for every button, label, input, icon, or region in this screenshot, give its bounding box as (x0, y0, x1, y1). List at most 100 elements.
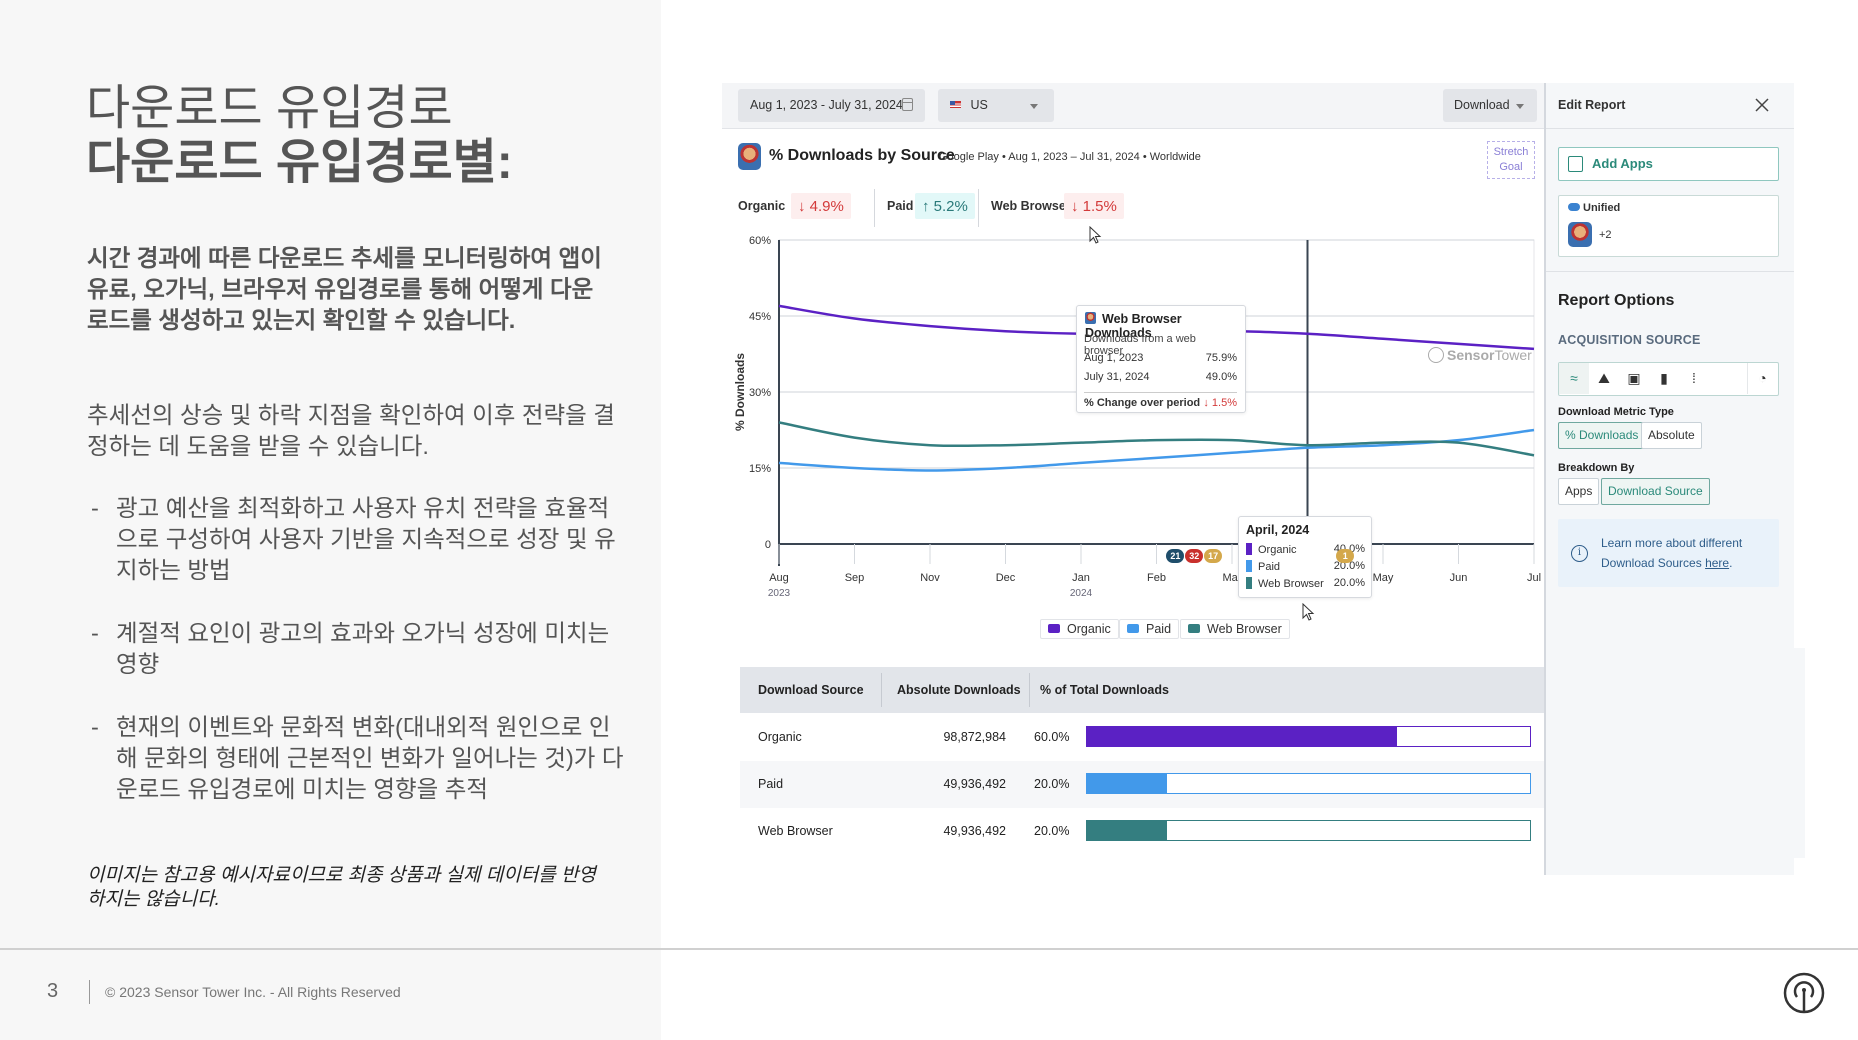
y-tick-label: 60% (749, 235, 771, 247)
intro-text: 시간 경과에 따른 다운로드 추세를 모니터링하여 앱이 유료, 오가닉, 브라… (87, 245, 602, 333)
disclaimer: 이미지는 참고용 예시자료이므로 최종 상품과 실제 데이터를 반영하지는 않습… (87, 865, 596, 910)
area-chart-icon[interactable]: ⛰ (1589, 363, 1619, 394)
tooltip-title: April, 2024 (1246, 523, 1310, 537)
cell-absolute: 49,936,492 (943, 824, 1006, 838)
annotation-badge[interactable]: 32 (1185, 549, 1204, 563)
percent-bar-fill (1087, 727, 1398, 746)
change-label: % Change over period (1084, 397, 1201, 409)
web-browser-tooltip: Web Browser Downloads Downloads from a w… (1076, 305, 1246, 413)
tooltip-row: Web Browser 20.0% (1246, 577, 1365, 590)
tooltip-row-label: July 31, 2024 (1084, 371, 1150, 383)
series-line-web-browser (778, 421, 1535, 457)
paid-swatch (1127, 624, 1139, 633)
legend-item-organic[interactable]: Organic (1040, 619, 1119, 639)
sensor-tower-watermark-icon (1428, 347, 1444, 363)
column-header[interactable]: Absolute Downloads (897, 683, 1021, 697)
percent-bar (1086, 726, 1531, 747)
footer-divider (0, 948, 1858, 950)
breakdown-label: Breakdown By (1558, 462, 1635, 474)
arrow-up-icon: ↑ (922, 198, 930, 215)
annotation-badge[interactable]: 1 (1336, 549, 1355, 563)
tooltip-row-label: Organic (1258, 544, 1297, 556)
chevron-down-icon (1516, 104, 1524, 109)
bullet-item: - 현재의 이벤트와 문화적 변화(대내외적 원인으로 인해 문화의 형태에 근본… (87, 712, 627, 805)
bullet-marker: - (91, 620, 99, 646)
palette-icon[interactable]: ◔ (1747, 363, 1777, 394)
line-chart-icon[interactable]: ≈ (1559, 363, 1589, 394)
table-row[interactable]: Organic 98,872,984 60.0% (740, 714, 1554, 761)
table-header: Download Source Absolute Downloads % of … (740, 667, 1554, 713)
chart-area: 015%30%45%60%AugSepNovDecJanFebMarAprMay… (722, 226, 1585, 653)
tooltip-row-value: 49.0% (1205, 371, 1237, 383)
cell-absolute: 98,872,984 (943, 730, 1006, 744)
stretch-goal-label: Stretch (1493, 146, 1529, 158)
cell-source: Web Browser (758, 824, 833, 838)
tooltip-row-value: 75.9% (1205, 352, 1237, 364)
line-chart[interactable]: 015%30%45%60%AugSepNovDecJanFebMarAprMay… (722, 233, 1544, 653)
country-label: US (970, 98, 988, 112)
info-text: Learn more about different Download Sour… (1601, 533, 1771, 573)
date-range-picker[interactable]: Aug 1, 2023 - July 31, 2024 (738, 89, 925, 122)
x-tick-label: May (1373, 572, 1394, 584)
stat-value-text: 5.2% (933, 198, 968, 215)
change-value: ↓ 1.5% (1203, 397, 1237, 409)
slide-title-line2: 다운로드 유입경로별: (86, 136, 513, 189)
stacked-bar-icon[interactable]: ⁞ (1679, 363, 1709, 394)
annotation-badge[interactable]: 21 (1166, 549, 1185, 563)
stat-value: ↑ 5.2% (915, 193, 975, 219)
table-row[interactable]: Paid 49,936,492 20.0% (740, 761, 1554, 808)
slide-title-line1: 다운로드 유입경로 (86, 82, 453, 135)
slide-title: 다운로드 유입경로 다운로드 유입경로별: (86, 82, 513, 190)
acquisition-source-label: ACQUISITION SOURCE (1558, 333, 1701, 347)
x-tick-label: Sep (845, 572, 865, 584)
series-line-paid (778, 428, 1535, 472)
edit-panel-title: Edit Report (1558, 98, 1626, 112)
bar-chart-icon[interactable]: ▮ (1649, 363, 1679, 394)
annotation-badge[interactable]: 17 (1204, 549, 1223, 563)
add-apps-label: Add Apps (1592, 156, 1653, 171)
legend-item-web-browser[interactable]: Web Browser (1180, 619, 1290, 639)
calendar-icon (902, 98, 913, 111)
app-icon (1085, 312, 1096, 324)
percent-bar (1086, 820, 1531, 841)
web-browser-swatch (1246, 577, 1252, 589)
stat-value: ↓ 1.5% (1064, 193, 1124, 219)
breakdown-source-button[interactable]: Download Source (1601, 478, 1710, 505)
tooltip-change-row: % Change over period ↓ 1.5% (1084, 397, 1237, 409)
add-app-icon (1568, 156, 1583, 172)
breakdown-apps-button[interactable]: Apps (1558, 478, 1600, 505)
add-apps-button[interactable]: Add Apps (1558, 147, 1779, 181)
metric-absolute-button[interactable]: Absolute (1641, 422, 1702, 449)
close-icon[interactable] (1753, 96, 1771, 114)
stat-label: Web Browser (991, 199, 1071, 213)
organic-swatch (1048, 624, 1060, 633)
metric-percent-button[interactable]: % Downloads (1558, 422, 1646, 449)
y-axis-label: % Downloads (733, 353, 747, 431)
left-text-panel: 다운로드 유입경로 다운로드 유입경로별: 시간 경과에 따른 다운로드 추세를… (0, 0, 661, 1040)
column-header[interactable]: % of Total Downloads (1040, 683, 1169, 697)
chart-subtitle: Google Play • Aug 1, 2023 – Jul 31, 2024… (939, 151, 1201, 163)
stat-value-text: 1.5% (1082, 198, 1117, 215)
country-select[interactable]: US (938, 89, 1054, 122)
more-apps-count: +2 (1599, 229, 1612, 241)
stretch-goal-button[interactable]: Stretch Goal (1487, 141, 1535, 179)
us-flag-icon (950, 101, 961, 108)
legend-item-paid[interactable]: Paid (1119, 619, 1180, 639)
download-label: Download (1454, 98, 1510, 112)
info-link[interactable]: here (1705, 556, 1729, 570)
table-row[interactable]: Web Browser 49,936,492 20.0% (740, 808, 1554, 855)
unified-label: Unified (1568, 202, 1620, 214)
arrow-down-icon: ↓ (1071, 198, 1079, 215)
cell-percent: 60.0% (1034, 730, 1070, 744)
cell-percent: 20.0% (1034, 824, 1070, 838)
slide: 다운로드 유입경로 다운로드 유입경로별: 시간 경과에 따른 다운로드 추세를… (0, 0, 1858, 1040)
legend-label: Organic (1067, 622, 1111, 636)
filled-area-icon[interactable]: ▣ (1619, 363, 1649, 394)
mouse-cursor-icon (1089, 226, 1102, 244)
info-box: i Learn more about different Download So… (1558, 519, 1779, 587)
x-tick-label: Jan (1072, 572, 1090, 584)
percent-bar (1086, 773, 1531, 794)
download-button[interactable]: Download (1443, 89, 1537, 122)
column-header[interactable]: Download Source (758, 683, 864, 697)
unified-apps-card[interactable]: Unified +2 (1558, 195, 1779, 257)
